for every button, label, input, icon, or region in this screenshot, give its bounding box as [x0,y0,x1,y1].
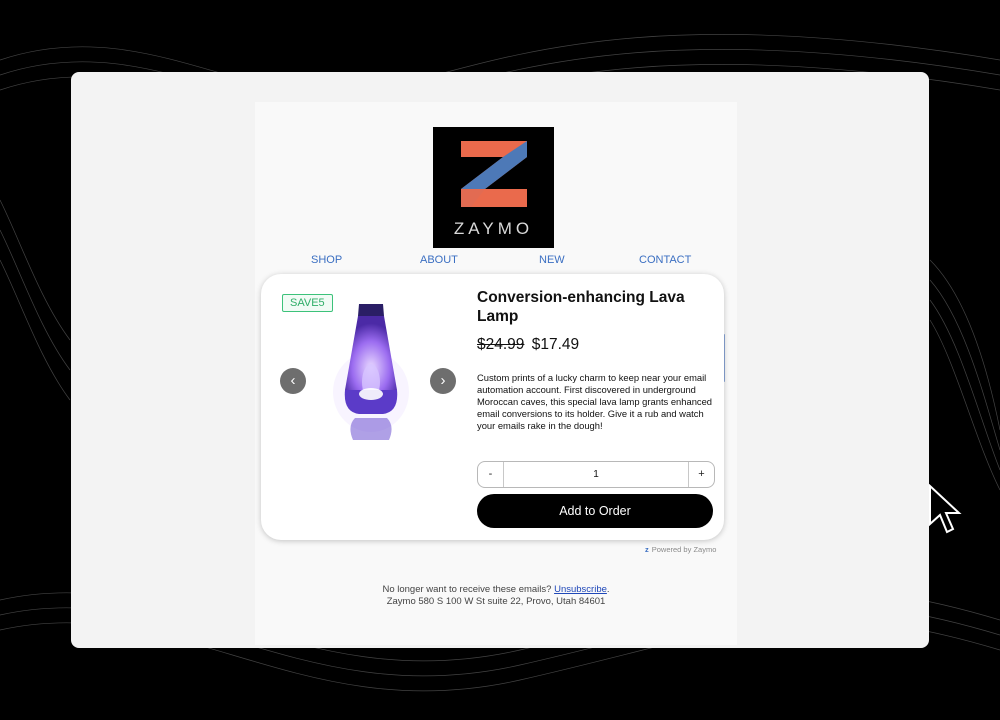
nav-bar: SHOP ABOUT NEW CONTACT [255,254,737,272]
unsubscribe-prompt: No longer want to receive these emails? [382,584,552,595]
product-card: SAVE5 ‹ › Conversion-enhancing Lava Lamp… [261,274,724,540]
mouse-pointer-icon [929,484,962,534]
email-preview: ZAYMO SHOP ABOUT NEW CONTACT SAVE5 ‹ › C… [255,102,737,645]
nav-new-link[interactable]: NEW [539,254,565,266]
product-title: Conversion-enhancing Lava Lamp [477,289,685,325]
nav-shop-link[interactable]: SHOP [311,254,342,266]
product-description: Custom prints of a lucky charm to keep n… [477,372,713,431]
price-row: $24.99 $17.49 [477,336,579,354]
next-image-button[interactable]: › [430,368,456,394]
unsubscribe-line: No longer want to receive these emails? … [255,584,737,596]
lava-lamp-image [333,304,409,440]
logo-wordmark: ZAYMO [453,219,534,238]
prev-image-button[interactable]: ‹ [280,368,306,394]
decrease-quantity-button[interactable]: - [478,462,504,487]
unsubscribe-punctuation: . [606,584,610,595]
quantity-value[interactable]: 1 [504,462,688,487]
zaymo-mini-icon: ᴢ [645,545,649,554]
chevron-left-icon: ‹ [290,372,296,389]
unsubscribe-link[interactable]: Unsubscribe [554,584,607,595]
quantity-stepper: - 1 + [477,461,715,488]
nav-about-link[interactable]: ABOUT [420,254,458,266]
chevron-right-icon: › [440,372,446,389]
company-address: Zaymo 580 S 100 W St suite 22, Provo, Ut… [386,596,606,607]
powered-by: ᴢ Powered by Zaymo [645,545,716,554]
increase-quantity-button[interactable]: + [688,462,714,487]
email-footer: No longer want to receive these emails? … [255,584,737,608]
original-price: $24.99 [477,336,525,353]
sale-price: $17.49 [531,336,580,353]
preview-frame: ZAYMO SHOP ABOUT NEW CONTACT SAVE5 ‹ › C… [71,72,929,648]
nav-contact-link[interactable]: CONTACT [639,254,691,266]
powered-by-label: Powered by Zaymo [651,545,717,554]
add-to-order-button[interactable]: Add to Order [477,494,713,528]
discount-badge: SAVE5 [282,294,333,312]
zaymo-logo: ZAYMO [433,127,554,248]
